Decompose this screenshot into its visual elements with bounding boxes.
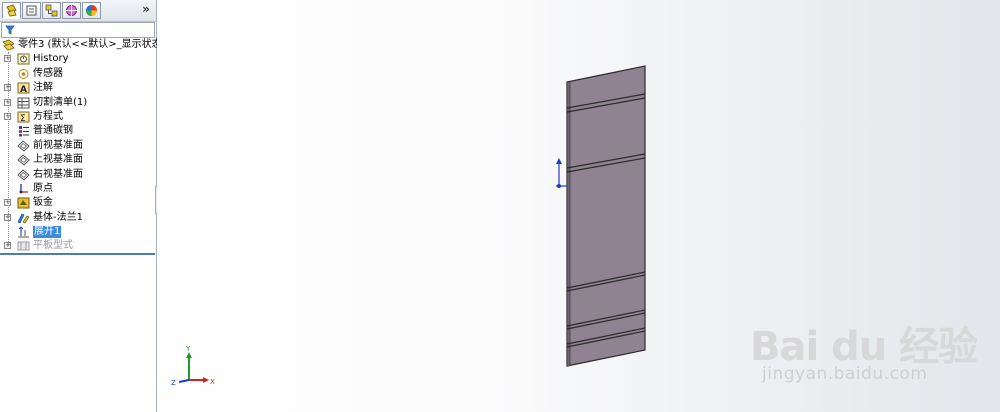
tree-item-sensors[interactable]: 传感器: [0, 67, 155, 81]
cut-list-icon: [17, 97, 30, 109]
part-icon: [2, 39, 15, 51]
tree-item-base-flange[interactable]: + 基体-法兰1: [0, 211, 155, 225]
tree-item-unfold[interactable]: 展开1: [0, 225, 155, 239]
dimxpert-manager-tab[interactable]: [62, 2, 81, 19]
svg-text:A: A: [20, 85, 27, 94]
sheet-metal-icon: [17, 197, 30, 209]
part-origin-marker: [556, 158, 567, 188]
tree-item-flat-pattern[interactable]: + 平板型式: [0, 239, 155, 253]
tree-item-origin[interactable]: 原点: [0, 182, 155, 196]
tree-connector-line: [8, 52, 9, 246]
tree-item-sheet-metal[interactable]: + 钣金: [0, 196, 155, 210]
dimxpert-manager-tab-icon: [66, 5, 77, 16]
svg-text:Σ: Σ: [20, 114, 26, 123]
triad-z-label: Z: [171, 379, 176, 387]
more-tabs-button[interactable]: »: [139, 2, 153, 18]
tree-filter-field[interactable]: [1, 22, 155, 38]
triad-x-label: X: [210, 378, 215, 386]
baidu-watermark: Bai du 经验 jingyan.baidu.com: [750, 314, 980, 394]
unfold-icon: [17, 226, 30, 238]
plane-icon: [17, 140, 30, 152]
plane-icon: [17, 168, 30, 181]
plane-icon: [17, 154, 30, 166]
tree-item-equations[interactable]: + Σ 方程式: [0, 110, 155, 124]
sensors-icon: [17, 68, 30, 80]
tree-item-top-plane[interactable]: 上视基准面: [0, 153, 155, 167]
feature-manager-tab-icon: [6, 4, 17, 17]
tree-item-history[interactable]: + History: [0, 52, 155, 66]
filter-icon: [5, 25, 15, 35]
property-manager-tab[interactable]: [22, 2, 41, 19]
origin-icon: [17, 183, 30, 195]
feature-manager-tab[interactable]: [2, 2, 21, 19]
coordinate-triad: Y X Z: [171, 345, 215, 387]
history-icon: [17, 53, 30, 65]
graphics-viewport[interactable]: Y X Z Bai du 经验 jingyan.baidu.com: [157, 0, 1000, 412]
feature-tree: 零件3 (默认<<默认>_显示状态 + History 传感器 + A 注解 +: [0, 38, 162, 254]
equations-icon: Σ: [17, 111, 30, 123]
tree-root-part[interactable]: 零件3 (默认<<默认>_显示状态: [0, 38, 162, 52]
annotations-icon: A: [17, 82, 30, 94]
property-manager-tab-icon: [26, 5, 37, 16]
configuration-manager-tab[interactable]: [42, 2, 61, 19]
tree-item-right-plane[interactable]: 右视基准面: [0, 168, 155, 182]
rollback-bar[interactable]: [0, 253, 155, 255]
flat-pattern-icon: [17, 240, 30, 252]
base-flange-icon: [17, 212, 30, 224]
configuration-manager-tab-icon: [45, 4, 58, 17]
part-edge-face[interactable]: [566, 81, 571, 367]
feature-manager-panel: » 零件3 (默认<<默认>_显示状态 + History 传感器 + A 注解…: [0, 0, 162, 412]
display-manager-tab[interactable]: [82, 2, 101, 19]
triad-y-label: Y: [185, 345, 191, 353]
watermark-url: jingyan.baidu.com: [762, 364, 928, 384]
triad-z-axis: [178, 379, 190, 383]
material-icon: [17, 125, 30, 137]
tree-item-annotations[interactable]: + A 注解: [0, 81, 155, 95]
display-manager-tab-icon: [86, 5, 97, 16]
tree-item-front-plane[interactable]: 前视基准面: [0, 139, 155, 153]
tree-item-material[interactable]: 普通碳钢: [0, 124, 155, 138]
tree-item-cut-list[interactable]: + 切割清单(1): [0, 96, 155, 110]
tree-root-label: 零件3 (默认<<默认>_显示状态: [18, 39, 162, 50]
panel-tab-strip: »: [0, 0, 156, 22]
